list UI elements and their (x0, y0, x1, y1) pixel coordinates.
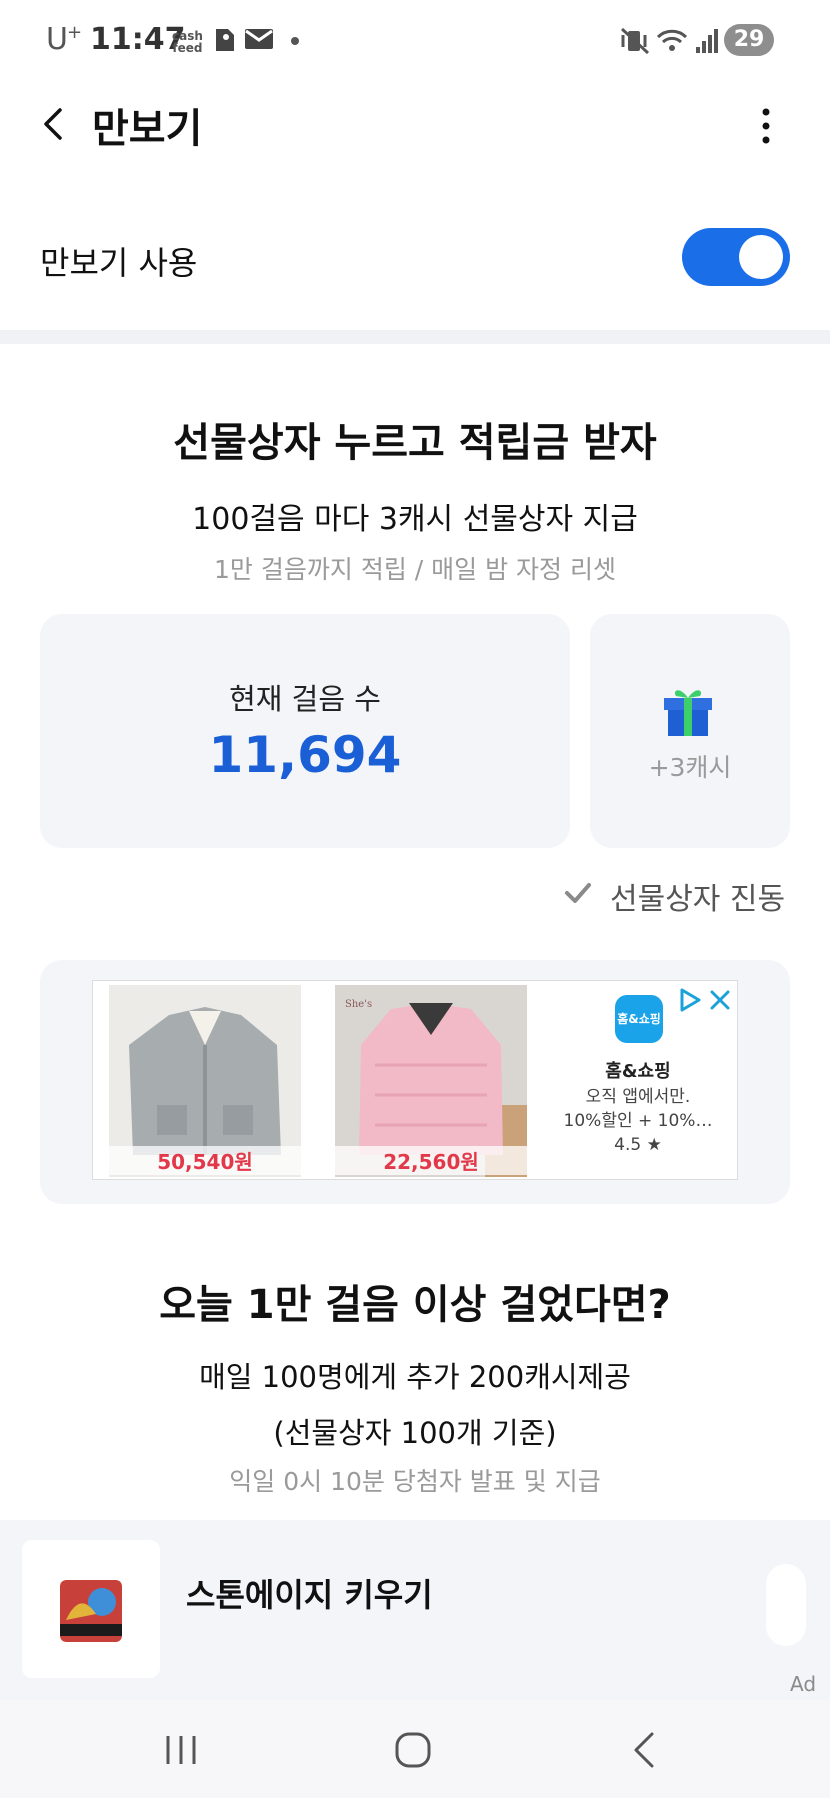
pedometer-toggle-label: 만보기 사용 (40, 244, 198, 282)
gift-box-button[interactable]: +3캐시 (590, 614, 790, 848)
more-options-button[interactable] (752, 106, 780, 146)
adchoices-icon[interactable] (677, 987, 703, 1013)
ad-product-2-price: 22,560원 (335, 1146, 527, 1175)
ad-brand-name: 홈&쇼핑 (605, 1061, 671, 1082)
system-back-icon[interactable] (622, 1730, 672, 1770)
app-name: 스톤에이지 키우기 (186, 1576, 433, 1614)
check-icon (565, 883, 591, 903)
pedometer-toggle[interactable] (682, 228, 790, 286)
battery-indicator: 29 (724, 24, 774, 56)
carrier-label: U+ (46, 22, 82, 57)
wifi-icon (656, 29, 688, 51)
ad-description: 오직 앱에서만. 10%할인 + 10%… (553, 1085, 723, 1133)
ad-tag: Ad (790, 1672, 817, 1696)
challenge-line-2: (선물상자 100개 기준) (273, 1416, 557, 1450)
app-install-button[interactable] (766, 1564, 806, 1646)
ad-product-1[interactable]: 50,540원 (109, 985, 301, 1177)
dot-icon (291, 37, 299, 45)
ad-banner[interactable]: 50,540원 She's 22,560원 홈&쇼핑 홈&쇼핑 오직 앱에서만.… (92, 980, 738, 1180)
page-title: 만보기 (92, 106, 203, 152)
ad-product-2[interactable]: She's 22,560원 (335, 985, 527, 1177)
ad-close-icon[interactable] (707, 987, 733, 1013)
ad-brand-logo: 홈&쇼핑 (615, 995, 663, 1043)
toggle-knob (739, 235, 783, 279)
gift-reward-label: +3캐시 (648, 753, 732, 782)
game-app-icon (60, 1580, 122, 1642)
signal-icon (696, 29, 718, 53)
challenge-line-1: 매일 100명에게 추가 200캐시제공 (199, 1360, 631, 1394)
ad-product-1-price: 50,540원 (109, 1146, 301, 1175)
gift-vibrate-option[interactable]: 선물상자 진동 (560, 872, 800, 917)
gift-box-icon (664, 690, 712, 736)
back-button[interactable] (34, 102, 74, 146)
step-count-card: 현재 걸음 수 11,694 (40, 614, 570, 848)
cashfeed-notification-icon: cash feed (172, 29, 203, 55)
system-navigation-bar (0, 1700, 830, 1798)
ad-description-line-2: 10%할인 + 10%… (563, 1111, 713, 1131)
recent-apps-icon[interactable] (156, 1730, 206, 1770)
home-icon[interactable] (388, 1730, 438, 1770)
gift-section-subtitle: 100걸음 마다 3캐시 선물상자 지급 (192, 502, 638, 537)
status-bar: U+ 11:47 cash feed 29 (0, 0, 830, 80)
sim-card-icon (216, 29, 234, 51)
ad-banner-container: 50,540원 She's 22,560원 홈&쇼핑 홈&쇼핑 오직 앱에서만.… (40, 960, 790, 1204)
gift-section-note: 1만 걸음까지 적립 / 매일 밤 자정 리셋 (214, 555, 616, 584)
challenge-note: 익일 0시 10분 당첨자 발표 및 지급 (229, 1467, 601, 1496)
gift-vibrate-label: 선물상자 진동 (610, 882, 786, 917)
app-icon-tile (22, 1540, 160, 1678)
challenge-title: 오늘 1만 걸음 이상 걸었다면? (159, 1282, 671, 1328)
gift-section-title: 선물상자 누르고 적립금 받자 (173, 420, 657, 466)
mail-icon (245, 29, 273, 49)
bottom-app-ad[interactable]: 스톤에이지 키우기 Ad (0, 1520, 830, 1700)
ad-description-line-1: 오직 앱에서만. (585, 1087, 691, 1107)
pedometer-setting-row: 만보기 사용 (0, 220, 830, 300)
step-count-value: 11,694 (208, 726, 402, 784)
section-divider (0, 330, 830, 344)
app-header: 만보기 (0, 88, 830, 160)
ad-rating: 4.5 ★ (614, 1135, 662, 1155)
brand-watermark: She's (345, 999, 372, 1010)
step-count-label: 현재 걸음 수 (229, 682, 381, 716)
mute-vibrate-icon (620, 27, 650, 55)
